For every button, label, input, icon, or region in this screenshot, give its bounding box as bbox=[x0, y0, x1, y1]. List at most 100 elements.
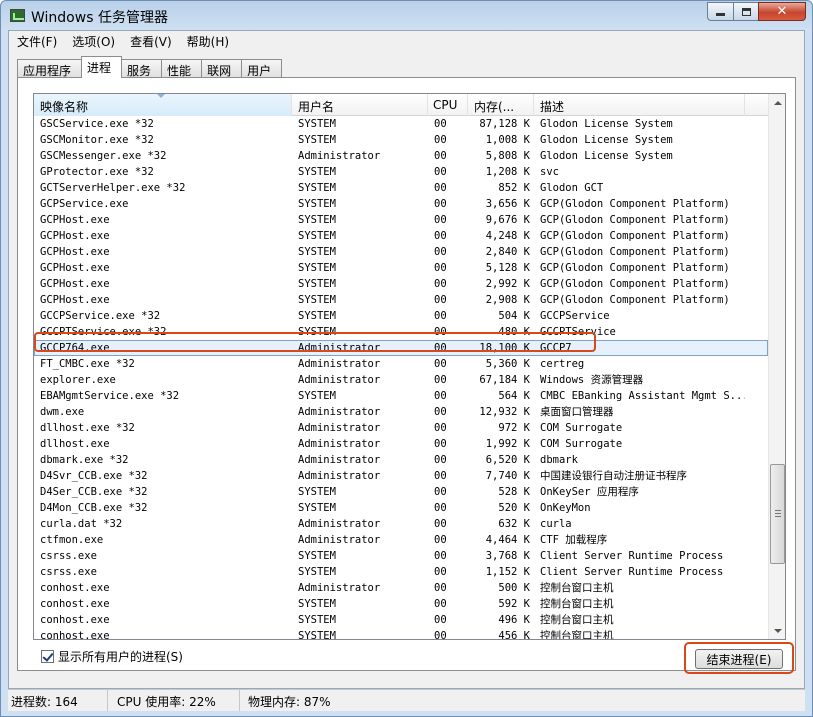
column-header-user-name[interactable]: 用户名 bbox=[292, 94, 428, 116]
scroll-up-button[interactable] bbox=[769, 94, 785, 111]
tab-users[interactable]: 用户 bbox=[241, 59, 283, 78]
tab-applications[interactable]: 应用程序 bbox=[17, 59, 83, 78]
process-description: dbmark bbox=[540, 454, 578, 466]
table-row[interactable]: D4Ser_CCB.exe *32 SYSTEM 00 528 K OnKeySer 应… bbox=[34, 484, 768, 500]
table-row[interactable]: EBAMgmtService.exe *32 SYSTEM 00 564 K CMBC … bbox=[34, 388, 768, 404]
column-header-image-name[interactable]: 映像名称 bbox=[34, 94, 292, 116]
column-header-memory[interactable]: 内存(... bbox=[468, 94, 534, 116]
table-row[interactable]: GCTServerHelper.exe *32 SYSTEM 00 852 K Glod… bbox=[34, 180, 768, 196]
table-row[interactable]: GCCP764.exe Administrator 00 18,100 K GCCP7 bbox=[34, 340, 768, 356]
close-button[interactable]: ✕ bbox=[758, 2, 806, 21]
table-row[interactable]: GCPHost.exe SYSTEM 00 2,840 K GCP(Glodon Com… bbox=[34, 244, 768, 260]
process-cpu: 00 bbox=[434, 150, 447, 162]
table-row[interactable]: GCPService.exe SYSTEM 00 3,656 K GCP(Glodon … bbox=[34, 196, 768, 212]
process-user: SYSTEM bbox=[298, 310, 336, 322]
table-row[interactable]: GSCService.exe *32 SYSTEM 00 87,128 K Glodon… bbox=[34, 116, 768, 132]
process-user: SYSTEM bbox=[298, 246, 336, 258]
process-memory: 2,992 K bbox=[485, 278, 530, 290]
process-description: Windows 资源管理器 bbox=[540, 374, 644, 386]
minimize-button[interactable] bbox=[707, 2, 734, 21]
maximize-icon bbox=[741, 7, 751, 16]
table-row[interactable]: conhost.exe SYSTEM 00 592 K 控制台窗口主机 bbox=[34, 596, 768, 612]
process-user: SYSTEM bbox=[298, 550, 336, 562]
table-row[interactable]: GCPHost.exe SYSTEM 00 2,992 K GCP(Glodon Com… bbox=[34, 276, 768, 292]
process-description: GCCPService bbox=[540, 310, 610, 322]
process-cpu: 00 bbox=[434, 550, 447, 562]
table-row[interactable]: GProtector.exe *32 SYSTEM 00 1,208 K svc bbox=[34, 164, 768, 180]
arrow-down-icon bbox=[773, 628, 782, 633]
process-cpu: 00 bbox=[434, 470, 447, 482]
end-process-button[interactable]: 结束进程(E) bbox=[695, 649, 783, 669]
table-row[interactable]: GCPHost.exe SYSTEM 00 2,908 K GCP(Glodon Com… bbox=[34, 292, 768, 308]
process-user: Administrator bbox=[298, 374, 381, 386]
process-memory: 564 K bbox=[498, 390, 530, 402]
process-memory: 1,152 K bbox=[485, 566, 530, 578]
show-all-users-checkbox[interactable]: 显示所有用户的进程(S) bbox=[41, 648, 183, 665]
process-cpu: 00 bbox=[434, 310, 447, 322]
table-row[interactable]: dllhost.exe *32 Administrator 00 972 K COM S… bbox=[34, 420, 768, 436]
menu-file[interactable]: 文件(F) bbox=[9, 31, 64, 51]
table-row[interactable]: D4Svr_CCB.exe *32 Administrator 00 7,740 K 中… bbox=[34, 468, 768, 484]
process-memory: 3,656 K bbox=[485, 198, 530, 210]
process-user: SYSTEM bbox=[298, 614, 336, 626]
table-row[interactable]: dwm.exe Administrator 00 12,932 K 桌面窗口管理器 bbox=[34, 404, 768, 420]
tab-services[interactable]: 服务 bbox=[121, 59, 163, 78]
process-name: GCCP764.exe bbox=[40, 342, 110, 354]
table-row[interactable]: GSCMessenger.exe *32 Administrator 00 5,808… bbox=[34, 148, 768, 164]
column-header-description[interactable]: 描述 bbox=[534, 94, 745, 116]
process-name: dwm.exe bbox=[40, 406, 85, 418]
column-header-cpu[interactable]: CPU bbox=[428, 94, 468, 116]
tab-networking[interactable]: 联网 bbox=[201, 59, 243, 78]
process-user: Administrator bbox=[298, 518, 381, 530]
process-description: GCCPTService bbox=[540, 326, 616, 338]
table-row[interactable]: GSCMonitor.exe *32 SYSTEM 00 1,008 K Glodon … bbox=[34, 132, 768, 148]
process-user: Administrator bbox=[298, 582, 381, 594]
process-user: SYSTEM bbox=[298, 182, 336, 194]
menu-options[interactable]: 选项(O) bbox=[64, 31, 122, 51]
tab-performance[interactable]: 性能 bbox=[161, 59, 203, 78]
table-row[interactable]: D4Mon_CCB.exe *32 SYSTEM 00 520 K OnKeyMon bbox=[34, 500, 768, 516]
process-cpu: 00 bbox=[434, 502, 447, 514]
table-row[interactable]: GCPHost.exe SYSTEM 00 4,248 K GCP(Glodon Com… bbox=[34, 228, 768, 244]
process-memory: 456 K bbox=[498, 630, 530, 640]
table-row[interactable]: GCPHost.exe SYSTEM 00 9,676 K GCP(Glodon Com… bbox=[34, 212, 768, 228]
process-description: GCP(Glodon Component Platform) bbox=[540, 278, 730, 290]
tab-processes[interactable]: 进程 bbox=[81, 56, 123, 78]
process-cpu: 00 bbox=[434, 326, 447, 338]
process-description: certreg bbox=[540, 358, 585, 370]
vertical-scrollbar[interactable] bbox=[768, 94, 785, 639]
process-cpu: 00 bbox=[434, 582, 447, 594]
table-row[interactable]: GCPHost.exe SYSTEM 00 5,128 K GCP(Glodon Com… bbox=[34, 260, 768, 276]
table-row[interactable]: GCCPTService.exe *32 SYSTEM 00 480 K GCCPTSe… bbox=[34, 324, 768, 340]
checkbox-checked-icon[interactable] bbox=[41, 650, 54, 663]
maximize-button[interactable] bbox=[733, 2, 759, 21]
table-row[interactable]: conhost.exe SYSTEM 00 456 K 控制台窗口主机 bbox=[34, 628, 768, 640]
process-name: GSCMonitor.exe *32 bbox=[40, 134, 154, 146]
menu-view[interactable]: 查看(V) bbox=[122, 31, 179, 51]
process-description: GCP(Glodon Component Platform) bbox=[540, 198, 730, 210]
process-memory: 500 K bbox=[498, 582, 530, 594]
process-user: SYSTEM bbox=[298, 326, 336, 338]
scroll-thumb[interactable] bbox=[770, 464, 785, 564]
scroll-down-button[interactable] bbox=[769, 622, 785, 639]
table-row[interactable]: dllhost.exe Administrator 00 1,992 K COM Sur… bbox=[34, 436, 768, 452]
table-row[interactable]: GCCPService.exe *32 SYSTEM 00 504 K GCCPServ… bbox=[34, 308, 768, 324]
table-row[interactable]: csrss.exe SYSTEM 00 1,152 K Client Server Ru… bbox=[34, 564, 768, 580]
process-name: GCCPTService.exe *32 bbox=[40, 326, 167, 338]
table-row[interactable]: dbmark.exe *32 Administrator 00 6,520 K dbma… bbox=[34, 452, 768, 468]
table-row[interactable]: conhost.exe Administrator 00 500 K 控制台窗口主机 bbox=[34, 580, 768, 596]
menu-help[interactable]: 帮助(H) bbox=[179, 31, 236, 51]
table-row[interactable]: curla.dat *32 Administrator 00 632 K curla bbox=[34, 516, 768, 532]
table-row[interactable]: conhost.exe SYSTEM 00 496 K 控制台窗口主机 bbox=[34, 612, 768, 628]
table-row[interactable]: FT_CMBC.exe *32 Administrator 00 5,360 K cer… bbox=[34, 356, 768, 372]
table-row[interactable]: explorer.exe Administrator 00 67,184 K Windo… bbox=[34, 372, 768, 388]
title-bar[interactable]: Windows 任务管理器 ✕ bbox=[1, 1, 812, 31]
table-row[interactable]: ctfmon.exe Administrator 00 4,464 K CTF 加载程序 bbox=[34, 532, 768, 548]
table-row[interactable]: csrss.exe SYSTEM 00 3,768 K Client Server Ru… bbox=[34, 548, 768, 564]
process-cpu: 00 bbox=[434, 342, 447, 354]
process-cpu: 00 bbox=[434, 118, 447, 130]
column-header-label: 映像名称 bbox=[40, 100, 89, 114]
process-cpu: 00 bbox=[434, 182, 447, 194]
process-cpu: 00 bbox=[434, 230, 447, 242]
process-description: 控制台窗口主机 bbox=[540, 582, 614, 594]
